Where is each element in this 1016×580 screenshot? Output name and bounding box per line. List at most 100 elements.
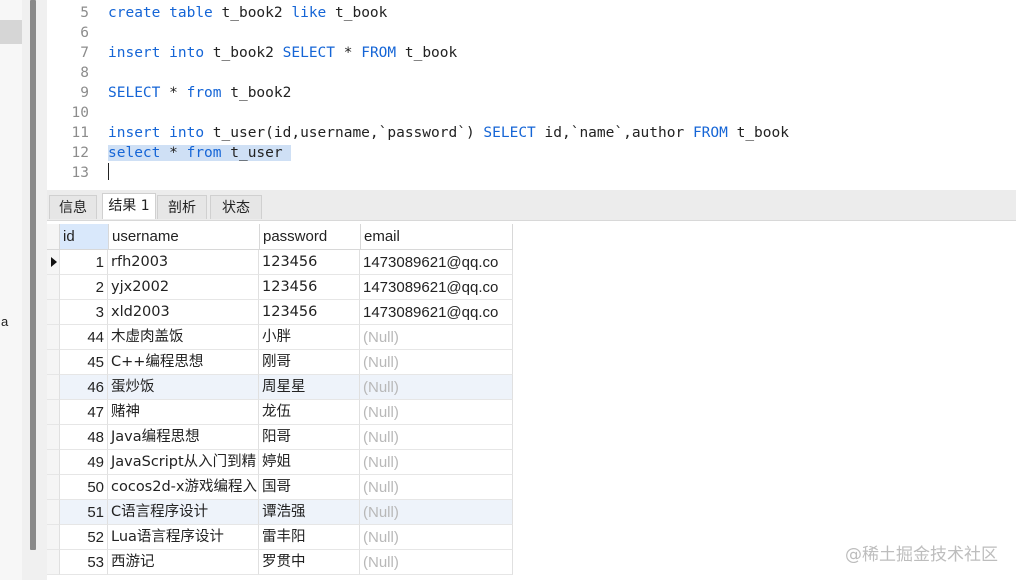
cell-email[interactable]: (Null) (360, 375, 513, 400)
code-line[interactable]: 7 insert into t_book2 SELECT * FROM t_boo… (47, 43, 1016, 63)
table-row[interactable]: 53 西游记 罗贯中 (Null) (47, 550, 513, 575)
cell-password[interactable]: 小胖 (259, 325, 360, 350)
cell-password[interactable]: 123456 (259, 275, 360, 300)
cell-username[interactable]: JavaScript从入门到精 (108, 450, 259, 475)
scrollbar-vertical[interactable] (30, 0, 36, 550)
code-line[interactable]: 11 insert into t_user(id,username,`passwo… (47, 123, 1016, 143)
code-line[interactable]: 5 create table t_book2 like t_book (47, 3, 1016, 23)
cell-email[interactable]: (Null) (360, 400, 513, 425)
table-row[interactable]: 44 木虚肉盖饭 小胖 (Null) (47, 325, 513, 350)
cell-id[interactable]: 51 (60, 500, 108, 525)
cell-password[interactable]: 龙伍 (259, 400, 360, 425)
cell-email[interactable]: 1473089621@qq.co (360, 300, 513, 325)
cell-username[interactable]: 赌神 (108, 400, 259, 425)
cell-username[interactable]: rfh2003 (108, 250, 259, 275)
cell-id[interactable]: 50 (60, 475, 108, 500)
cell-password[interactable]: 周星星 (259, 375, 360, 400)
cell-id[interactable]: 48 (60, 425, 108, 450)
table-row[interactable]: 3 xld2003 123456 1473089621@qq.co (47, 300, 513, 325)
code-line[interactable]: 6 (47, 23, 1016, 43)
row-indicator (47, 350, 60, 375)
cell-password[interactable]: 123456 (259, 300, 360, 325)
cell-email[interactable]: 1473089621@qq.co (360, 250, 513, 275)
column-header-password[interactable]: password (260, 224, 361, 250)
table-row[interactable]: 45 C++编程思想 刚哥 (Null) (47, 350, 513, 375)
code-line[interactable]: 13 (47, 163, 1016, 183)
code-line[interactable]: 8 (47, 63, 1016, 83)
cell-username[interactable]: 蛋炒饭 (108, 375, 259, 400)
code-text: insert into t_user(id,username,`password… (108, 123, 789, 143)
object-list-selected-item[interactable] (0, 20, 22, 44)
cell-email[interactable]: (Null) (360, 500, 513, 525)
sql-keyword: FROM (692, 125, 728, 141)
cell-email[interactable]: (Null) (360, 525, 513, 550)
cell-username[interactable]: Java编程思想 (108, 425, 259, 450)
row-indicator (47, 550, 60, 575)
code-line[interactable]: 12 select * from t_user (47, 143, 1016, 163)
tab-info[interactable]: 信息 (49, 195, 97, 219)
cell-id[interactable]: 2 (60, 275, 108, 300)
table-row[interactable]: 46 蛋炒饭 周星星 (Null) (47, 375, 513, 400)
cell-password[interactable]: 刚哥 (259, 350, 360, 375)
table-row[interactable]: 50 cocos2d-x游戏编程入 国哥 (Null) (47, 475, 513, 500)
row-indicator (47, 250, 60, 275)
table-row[interactable]: 2 yjx2002 123456 1473089621@qq.co (47, 275, 513, 300)
column-header-username[interactable]: username (109, 224, 260, 250)
tab-result-1[interactable]: 结果 1 (102, 193, 156, 219)
object-list-text: a (1, 314, 9, 329)
row-indicator (47, 375, 60, 400)
cell-id[interactable]: 46 (60, 375, 108, 400)
cell-email[interactable]: (Null) (360, 475, 513, 500)
cell-id[interactable]: 52 (60, 525, 108, 550)
cell-email[interactable]: 1473089621@qq.co (360, 275, 513, 300)
cell-username[interactable]: 西游记 (108, 550, 259, 575)
cell-username[interactable]: C语言程序设计 (108, 500, 259, 525)
cell-password[interactable]: 婷姐 (259, 450, 360, 475)
code-line[interactable]: 10 (47, 103, 1016, 123)
cell-email[interactable]: (Null) (360, 350, 513, 375)
cell-password[interactable]: 阳哥 (259, 425, 360, 450)
code-line[interactable]: 9 SELECT * from t_book2 (47, 83, 1016, 103)
cell-id[interactable]: 53 (60, 550, 108, 575)
table-row[interactable]: 49 JavaScript从入门到精 婷姐 (Null) (47, 450, 513, 475)
sql-text: t_book2 (221, 85, 292, 101)
cell-id[interactable]: 3 (60, 300, 108, 325)
cell-email[interactable]: (Null) (360, 325, 513, 350)
cell-username[interactable]: 木虚肉盖饭 (108, 325, 259, 350)
cell-email[interactable]: (Null) (360, 425, 513, 450)
cell-password[interactable]: 国哥 (259, 475, 360, 500)
cell-password[interactable]: 123456 (259, 250, 360, 275)
column-header-id[interactable]: id (60, 224, 109, 250)
cell-id[interactable]: 49 (60, 450, 108, 475)
cell-password[interactable]: 谭浩强 (259, 500, 360, 525)
cell-username[interactable]: C++编程思想 (108, 350, 259, 375)
column-header-email[interactable]: email (361, 224, 513, 250)
sql-text: * (160, 85, 187, 101)
cell-username[interactable]: yjx2002 (108, 275, 259, 300)
table-row[interactable]: 47 赌神 龙伍 (Null) (47, 400, 513, 425)
row-indicator-header (47, 224, 60, 250)
cell-username[interactable]: Lua语言程序设计 (108, 525, 259, 550)
cell-username[interactable]: xld2003 (108, 300, 259, 325)
cell-id[interactable]: 45 (60, 350, 108, 375)
sql-text: t_book (396, 45, 458, 61)
sql-text: * (335, 45, 362, 61)
cell-email[interactable]: (Null) (360, 550, 513, 575)
cell-id[interactable]: 44 (60, 325, 108, 350)
cell-password[interactable]: 罗贯中 (259, 550, 360, 575)
cell-password[interactable]: 雷丰阳 (259, 525, 360, 550)
tab-status[interactable]: 状态 (210, 195, 262, 219)
table-row[interactable]: 48 Java编程思想 阳哥 (Null) (47, 425, 513, 450)
cell-email[interactable]: (Null) (360, 450, 513, 475)
table-row[interactable]: 1 rfh2003 123456 1473089621@qq.co (47, 250, 513, 275)
cell-id[interactable]: 1 (60, 250, 108, 275)
cell-username[interactable]: cocos2d-x游戏编程入 (108, 475, 259, 500)
table-row[interactable]: 52 Lua语言程序设计 雷丰阳 (Null) (47, 525, 513, 550)
cell-id[interactable]: 47 (60, 400, 108, 425)
sql-keyword: create (108, 5, 161, 21)
table-row[interactable]: 51 C语言程序设计 谭浩强 (Null) (47, 500, 513, 525)
sql-keyword: FROM (361, 45, 397, 61)
line-number: 9 (80, 85, 89, 101)
tab-profile[interactable]: 剖析 (157, 195, 207, 219)
